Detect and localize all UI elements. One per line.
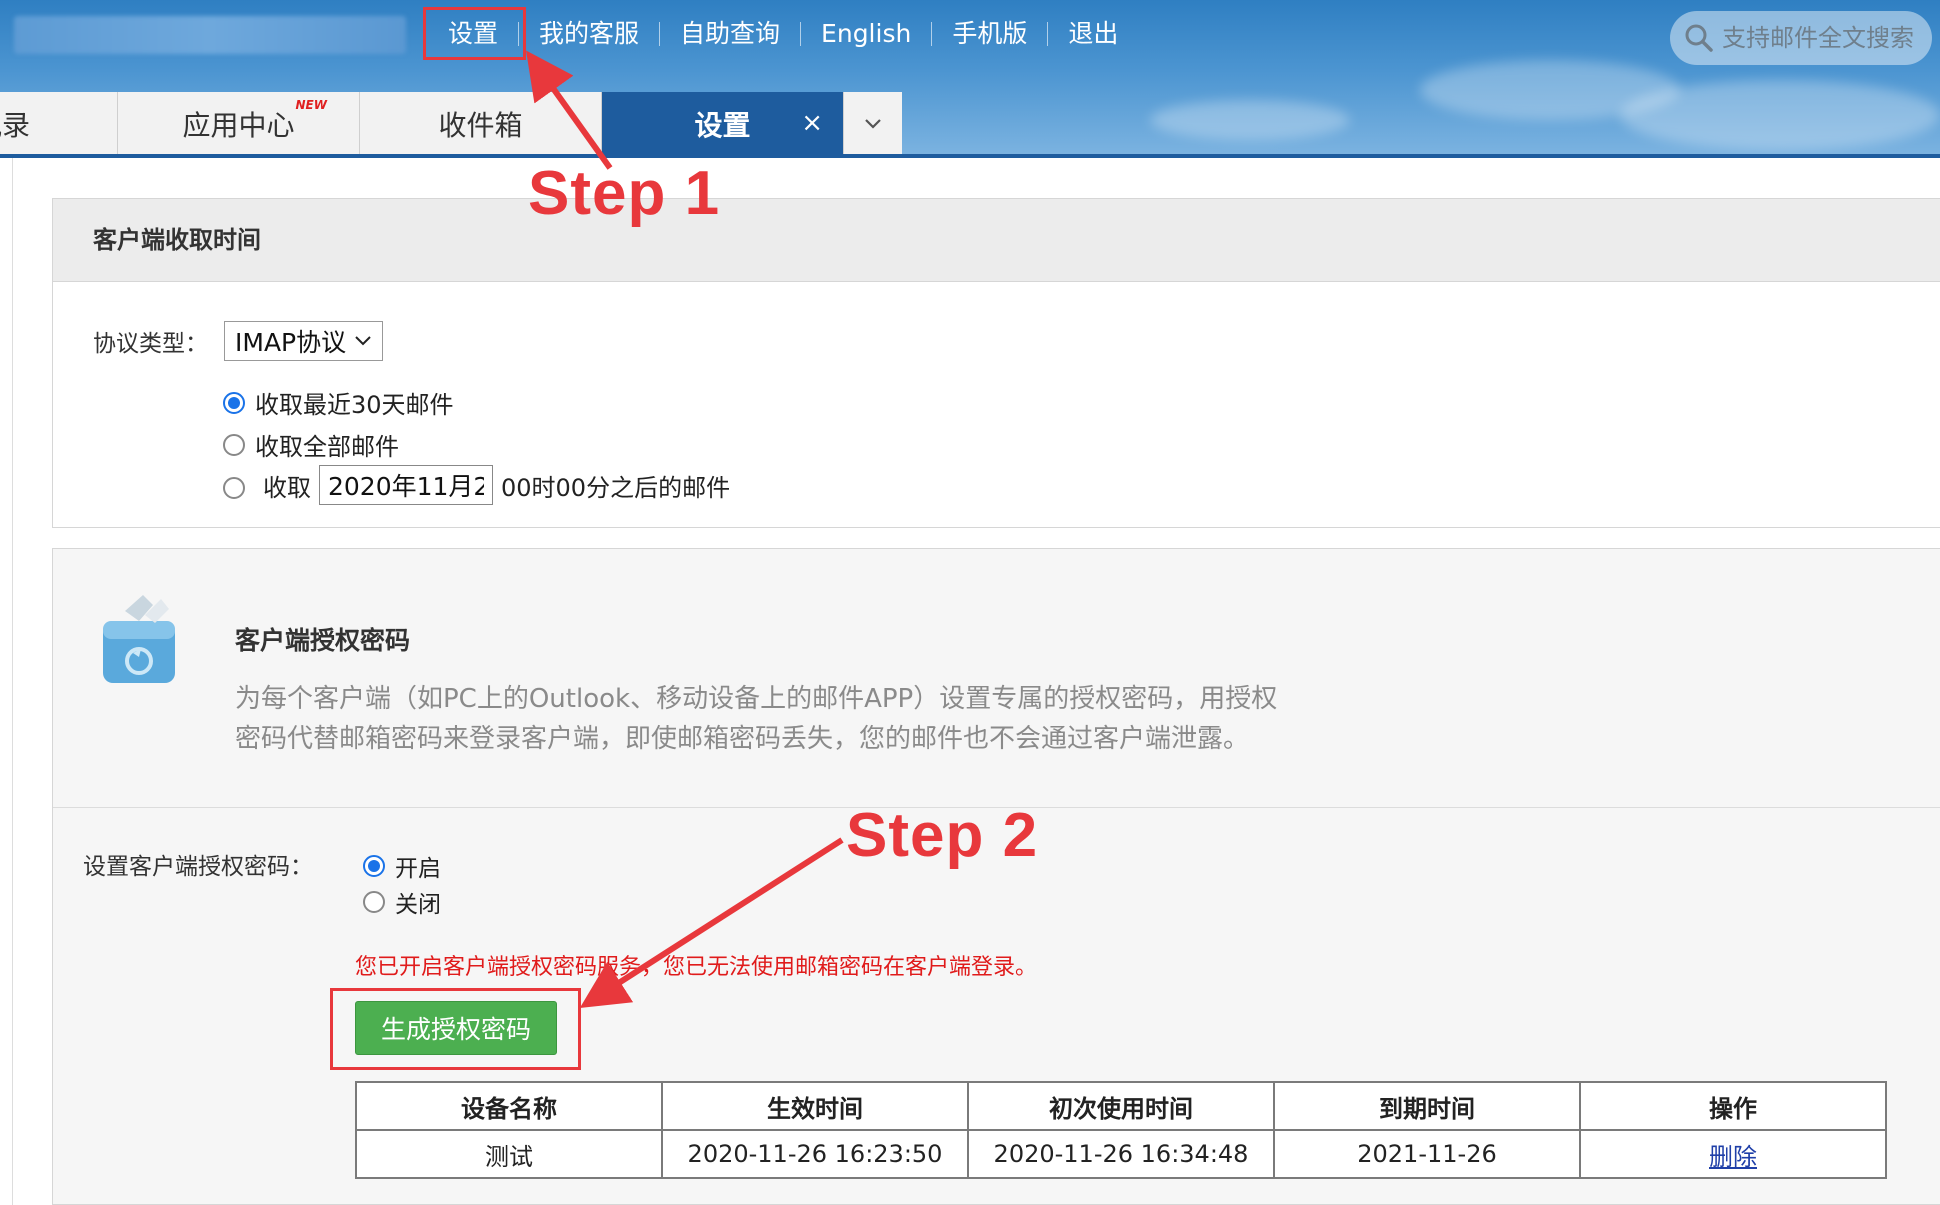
step1-arrow <box>526 50 613 170</box>
step2-label: Step 2 <box>846 801 1039 870</box>
annotation-arrows <box>526 50 844 1008</box>
step2-arrow <box>579 837 844 1008</box>
step1-label: Step 1 <box>528 159 721 228</box>
